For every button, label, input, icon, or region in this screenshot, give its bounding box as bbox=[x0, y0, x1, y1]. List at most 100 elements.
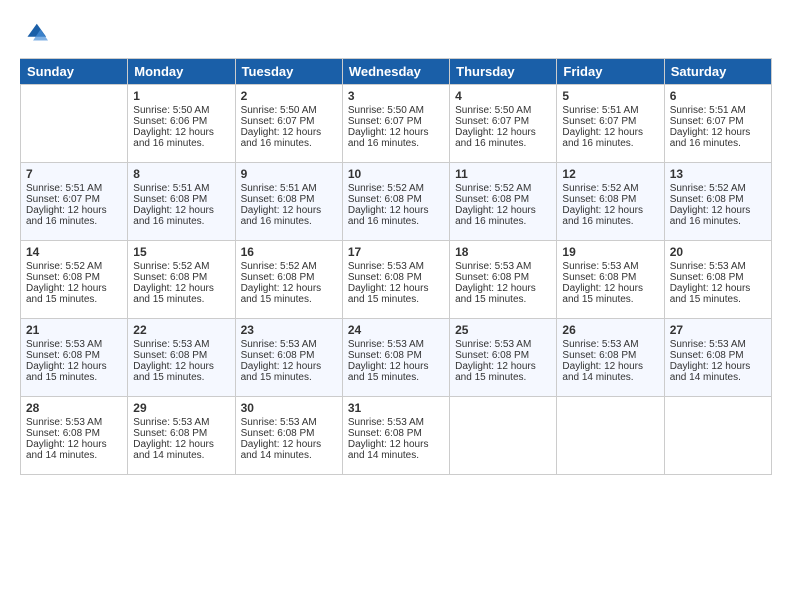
week-row-1: 1Sunrise: 5:50 AMSunset: 6:06 PMDaylight… bbox=[21, 85, 772, 163]
sunrise-text: Sunrise: 5:53 AM bbox=[670, 261, 766, 272]
daylight-text: Daylight: 12 hours and 16 minutes. bbox=[348, 205, 444, 227]
day-number: 31 bbox=[348, 401, 444, 415]
sunrise-text: Sunrise: 5:53 AM bbox=[348, 417, 444, 428]
sunrise-text: Sunrise: 5:53 AM bbox=[670, 339, 766, 350]
calendar-cell: 24Sunrise: 5:53 AMSunset: 6:08 PMDayligh… bbox=[342, 319, 449, 397]
week-row-2: 7Sunrise: 5:51 AMSunset: 6:07 PMDaylight… bbox=[21, 163, 772, 241]
logo bbox=[20, 20, 52, 48]
sunrise-text: Sunrise: 5:53 AM bbox=[133, 417, 229, 428]
day-number: 2 bbox=[241, 89, 337, 103]
sunset-text: Sunset: 6:08 PM bbox=[26, 350, 122, 361]
calendar-cell: 1Sunrise: 5:50 AMSunset: 6:06 PMDaylight… bbox=[128, 85, 235, 163]
header-cell-sunday: Sunday bbox=[21, 59, 128, 85]
header-cell-monday: Monday bbox=[128, 59, 235, 85]
sunrise-text: Sunrise: 5:51 AM bbox=[670, 105, 766, 116]
header-cell-tuesday: Tuesday bbox=[235, 59, 342, 85]
daylight-text: Daylight: 12 hours and 16 minutes. bbox=[26, 205, 122, 227]
day-number: 11 bbox=[455, 167, 551, 181]
sunrise-text: Sunrise: 5:50 AM bbox=[348, 105, 444, 116]
header-cell-thursday: Thursday bbox=[450, 59, 557, 85]
daylight-text: Daylight: 12 hours and 16 minutes. bbox=[133, 205, 229, 227]
daylight-text: Daylight: 12 hours and 14 minutes. bbox=[670, 361, 766, 383]
calendar-cell: 18Sunrise: 5:53 AMSunset: 6:08 PMDayligh… bbox=[450, 241, 557, 319]
daylight-text: Daylight: 12 hours and 16 minutes. bbox=[670, 127, 766, 149]
calendar-cell: 28 Sunrise: 5:53 AMSunset: 6:08 PMDayligh… bbox=[21, 397, 128, 475]
day-number: 25 bbox=[455, 323, 551, 337]
sunrise-text: Sunrise: 5:53 AM bbox=[26, 417, 122, 428]
daylight-text: Daylight: 12 hours and 16 minutes. bbox=[133, 127, 229, 149]
daylight-text: Daylight: 12 hours and 15 minutes. bbox=[133, 283, 229, 305]
sunrise-text: Sunrise: 5:52 AM bbox=[26, 261, 122, 272]
day-number: 20 bbox=[670, 245, 766, 259]
day-number: 13 bbox=[670, 167, 766, 181]
calendar-cell: 8Sunrise: 5:51 AMSunset: 6:08 PMDaylight… bbox=[128, 163, 235, 241]
sunset-text: Sunset: 6:08 PM bbox=[562, 350, 658, 361]
calendar-cell: 23Sunrise: 5:53 AMSunset: 6:08 PMDayligh… bbox=[235, 319, 342, 397]
calendar-cell: 7Sunrise: 5:51 AMSunset: 6:07 PMDaylight… bbox=[21, 163, 128, 241]
day-number: 4 bbox=[455, 89, 551, 103]
day-number: 22 bbox=[133, 323, 229, 337]
calendar-cell: 15Sunrise: 5:52 AMSunset: 6:08 PMDayligh… bbox=[128, 241, 235, 319]
sunset-text: Sunset: 6:07 PM bbox=[348, 116, 444, 127]
daylight-text: Daylight: 12 hours and 16 minutes. bbox=[455, 127, 551, 149]
sunrise-text: Sunrise: 5:53 AM bbox=[133, 339, 229, 350]
calendar-cell bbox=[557, 397, 664, 475]
daylight-text: Daylight: 12 hours and 14 minutes. bbox=[26, 439, 122, 461]
sunset-text: Sunset: 6:08 PM bbox=[562, 272, 658, 283]
day-number: 29 bbox=[133, 401, 229, 415]
calendar-cell: 3Sunrise: 5:50 AMSunset: 6:07 PMDaylight… bbox=[342, 85, 449, 163]
sunrise-text: Sunrise: 5:53 AM bbox=[241, 417, 337, 428]
daylight-text: Daylight: 12 hours and 16 minutes. bbox=[562, 127, 658, 149]
day-number: 12 bbox=[562, 167, 658, 181]
sunset-text: Sunset: 6:08 PM bbox=[241, 428, 337, 439]
header-cell-saturday: Saturday bbox=[664, 59, 771, 85]
sunrise-text: Sunrise: 5:50 AM bbox=[241, 105, 337, 116]
week-row-5: 28Sunrise: 5:53 AMSunset: 6:08 PMDayligh… bbox=[21, 397, 772, 475]
sunrise-text: Sunrise: 5:50 AM bbox=[133, 105, 229, 116]
day-number: 19 bbox=[562, 245, 658, 259]
sunset-text: Sunset: 6:08 PM bbox=[241, 194, 337, 205]
daylight-text: Daylight: 12 hours and 16 minutes. bbox=[670, 205, 766, 227]
daylight-text: Daylight: 12 hours and 15 minutes. bbox=[455, 361, 551, 383]
day-number: 21 bbox=[26, 323, 122, 337]
calendar-cell: 6Sunrise: 5:51 AMSunset: 6:07 PMDaylight… bbox=[664, 85, 771, 163]
sunset-text: Sunset: 6:07 PM bbox=[670, 116, 766, 127]
sunset-text: Sunset: 6:08 PM bbox=[348, 194, 444, 205]
day-number: 3 bbox=[348, 89, 444, 103]
calendar-cell: 22Sunrise: 5:53 AMSunset: 6:08 PMDayligh… bbox=[128, 319, 235, 397]
calendar-cell: 30Sunrise: 5:53 AMSunset: 6:08 PMDayligh… bbox=[235, 397, 342, 475]
daylight-text: Daylight: 12 hours and 16 minutes. bbox=[562, 205, 658, 227]
sunset-text: Sunset: 6:08 PM bbox=[670, 272, 766, 283]
daylight-text: Daylight: 12 hours and 15 minutes. bbox=[26, 361, 122, 383]
day-number: 1 bbox=[133, 89, 229, 103]
sunset-text: Sunset: 6:08 PM bbox=[670, 194, 766, 205]
day-number: 27 bbox=[670, 323, 766, 337]
sunset-text: Sunset: 6:08 PM bbox=[133, 428, 229, 439]
sunrise-text: Sunrise: 5:52 AM bbox=[670, 183, 766, 194]
calendar-cell: 26Sunrise: 5:53 AMSunset: 6:08 PMDayligh… bbox=[557, 319, 664, 397]
day-number: 28 bbox=[26, 401, 122, 415]
sunset-text: Sunset: 6:08 PM bbox=[670, 350, 766, 361]
calendar-cell: 13 Sunrise: 5:52 AMSunset: 6:08 PMDayligh… bbox=[664, 163, 771, 241]
sunrise-text: Sunrise: 5:53 AM bbox=[455, 261, 551, 272]
calendar-cell: 14Sunrise: 5:52 AMSunset: 6:08 PMDayligh… bbox=[21, 241, 128, 319]
daylight-text: Daylight: 12 hours and 15 minutes. bbox=[670, 283, 766, 305]
logo-icon bbox=[20, 20, 48, 48]
sunrise-text: Sunrise: 5:51 AM bbox=[241, 183, 337, 194]
sunset-text: Sunset: 6:08 PM bbox=[455, 194, 551, 205]
sunset-text: Sunset: 6:08 PM bbox=[133, 272, 229, 283]
sunrise-text: Sunrise: 5:52 AM bbox=[562, 183, 658, 194]
week-row-3: 14Sunrise: 5:52 AMSunset: 6:08 PMDayligh… bbox=[21, 241, 772, 319]
sunset-text: Sunset: 6:08 PM bbox=[348, 272, 444, 283]
sunrise-text: Sunrise: 5:51 AM bbox=[26, 183, 122, 194]
daylight-text: Daylight: 12 hours and 15 minutes. bbox=[348, 283, 444, 305]
sunset-text: Sunset: 6:08 PM bbox=[26, 428, 122, 439]
sunrise-text: Sunrise: 5:51 AM bbox=[562, 105, 658, 116]
calendar-table: SundayMondayTuesdayWednesdayThursdayFrid… bbox=[20, 58, 772, 475]
week-row-4: 21Sunrise: 5:53 AMSunset: 6:08 PMDayligh… bbox=[21, 319, 772, 397]
calendar-cell: 5Sunrise: 5:51 AMSunset: 6:07 PMDaylight… bbox=[557, 85, 664, 163]
sunrise-text: Sunrise: 5:53 AM bbox=[348, 339, 444, 350]
calendar-cell: 31Sunrise: 5:53 AMSunset: 6:08 PMDayligh… bbox=[342, 397, 449, 475]
sunrise-text: Sunrise: 5:53 AM bbox=[455, 339, 551, 350]
day-number: 9 bbox=[241, 167, 337, 181]
